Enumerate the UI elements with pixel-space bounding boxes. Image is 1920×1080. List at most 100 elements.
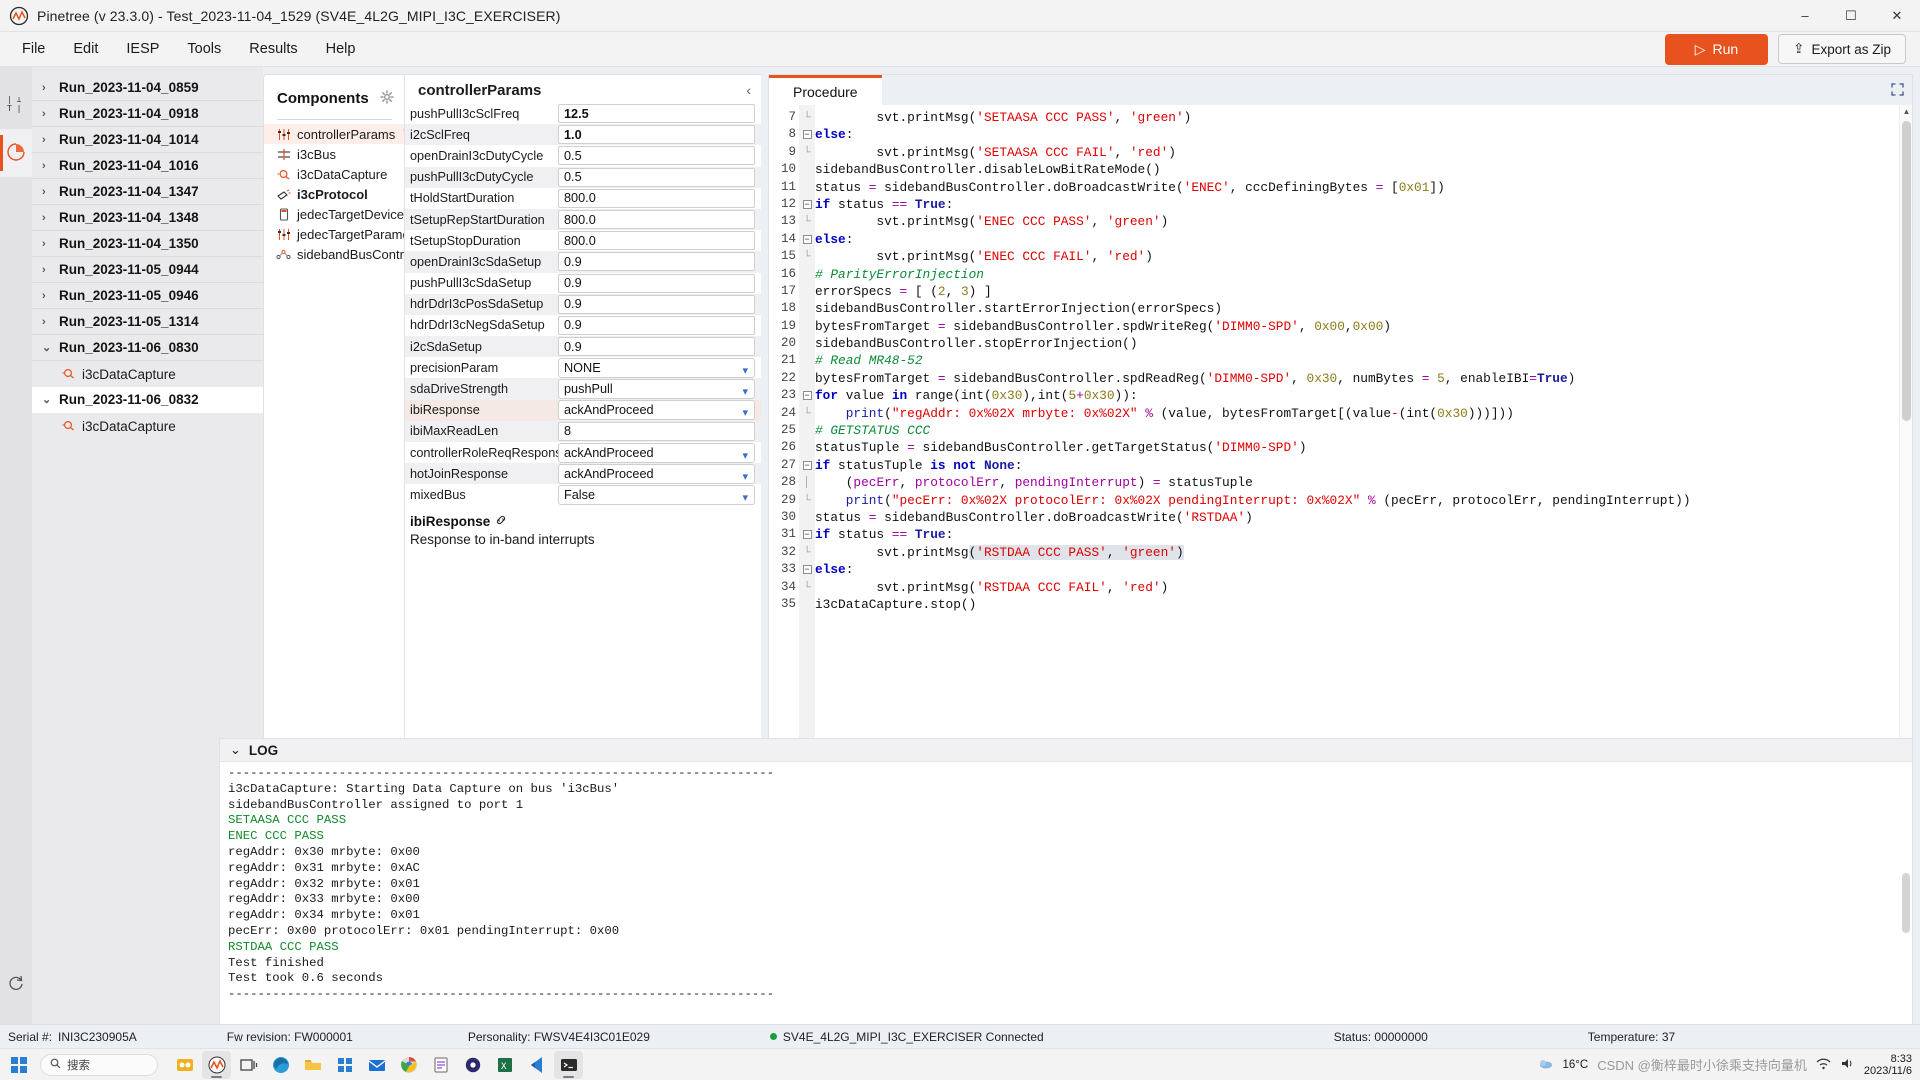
parameter-input[interactable] (558, 231, 755, 251)
run-tree-item[interactable]: › Run_2023-11-04_1347 (32, 179, 263, 205)
run-tree-child-item[interactable]: i3cDataCapture (32, 413, 263, 439)
run-tree-item[interactable]: ⌄ Run_2023-11-06_0830 (32, 335, 263, 361)
menu-edit[interactable]: Edit (59, 36, 112, 62)
expand-icon[interactable] (1891, 83, 1904, 99)
code-line[interactable]: svt.printMsg('RSTDAA CCC PASS', 'green') (815, 544, 1912, 561)
code-line[interactable]: # ParityErrorInjection (815, 266, 1912, 283)
fold-toggle-icon[interactable]: − (799, 196, 815, 213)
run-tree-item[interactable]: › Run_2023-11-05_0944 (32, 257, 263, 283)
mail-icon[interactable] (362, 1051, 391, 1079)
log-header[interactable]: ⌄ LOG (220, 739, 1912, 762)
terminal-icon[interactable] (554, 1050, 583, 1079)
code-line[interactable]: svt.printMsg('SETAASA CCC PASS', 'green'… (815, 109, 1912, 126)
run-tree-item[interactable]: › Run_2023-11-04_1014 (32, 127, 263, 153)
component-item[interactable]: i3cBus (264, 144, 404, 164)
menu-help[interactable]: Help (312, 36, 370, 62)
component-item[interactable]: i3cDataCapture (264, 164, 404, 184)
parameter-input[interactable] (558, 104, 755, 124)
code-line[interactable]: else: (815, 126, 1912, 143)
chrome-icon[interactable] (394, 1051, 423, 1079)
store-icon[interactable] (330, 1051, 359, 1079)
chevron-right-icon[interactable]: › (42, 212, 52, 224)
code-line[interactable]: # GETSTATUS CCC (815, 422, 1912, 439)
code-line[interactable]: else: (815, 561, 1912, 578)
code-line[interactable]: if statusTuple is not None: (815, 457, 1912, 474)
parameter-input[interactable] (558, 337, 755, 357)
code-line[interactable]: svt.printMsg('RSTDAA CCC FAIL', 'red') (815, 579, 1912, 596)
fold-toggle-icon[interactable]: − (799, 561, 815, 578)
chevron-down-icon[interactable]: ⌄ (42, 393, 52, 406)
code-line[interactable]: sidebandBusController.disableLowBitRateM… (815, 161, 1912, 178)
volume-icon[interactable] (1840, 1057, 1855, 1073)
parameter-input[interactable] (558, 294, 755, 314)
parameter-input[interactable] (558, 273, 755, 293)
chevron-right-icon[interactable]: › (42, 316, 52, 328)
edge-icon[interactable] (266, 1051, 295, 1079)
notes-icon[interactable] (426, 1051, 455, 1079)
parameter-input[interactable] (558, 252, 755, 272)
run-tree-item[interactable]: ⌄ Run_2023-11-06_0832 (32, 387, 263, 413)
component-item[interactable]: jedecTargetParameters (264, 224, 431, 244)
chevron-down-icon[interactable]: ⌄ (42, 341, 52, 354)
chevron-right-icon[interactable]: › (42, 160, 52, 172)
code-line[interactable]: if status == True: (815, 526, 1912, 543)
weather-temperature[interactable]: 16°C (1563, 1059, 1589, 1071)
parameter-input[interactable] (558, 125, 755, 145)
chevron-right-icon[interactable]: › (42, 186, 52, 198)
code-line[interactable]: print("pecErr: 0x%02X protocolErr: 0x%02… (815, 492, 1912, 509)
parameter-input[interactable] (558, 315, 755, 335)
fold-toggle-icon[interactable]: − (799, 231, 815, 248)
run-tree-item[interactable]: › Run_2023-11-04_0859 (32, 75, 263, 101)
rail-item-results[interactable] (0, 129, 32, 177)
code-line[interactable]: sidebandBusController.startErrorInjectio… (815, 300, 1912, 317)
teams-icon[interactable] (170, 1051, 199, 1079)
code-line[interactable]: svt.printMsg('ENEC CCC PASS', 'green') (815, 213, 1912, 230)
chevron-down-icon[interactable]: ⌄ (230, 742, 241, 758)
taskbar-clock[interactable]: 8:33 2023/11/6 (1864, 1053, 1912, 1077)
pinetree-taskbar-icon[interactable] (202, 1050, 231, 1079)
run-tree-item[interactable]: › Run_2023-11-04_1016 (32, 153, 263, 179)
code-line[interactable]: i3cDataCapture.stop() (815, 596, 1912, 613)
parameter-input[interactable] (558, 421, 755, 441)
log-scrollbar-thumb[interactable] (1902, 873, 1910, 933)
parameter-select[interactable]: NONE (558, 357, 755, 378)
run-tree-item[interactable]: › Run_2023-11-04_1348 (32, 205, 263, 231)
settings-icon[interactable] (458, 1051, 487, 1079)
weather-icon[interactable] (1538, 1055, 1554, 1074)
parameter-input[interactable] (558, 188, 755, 208)
run-button[interactable]: ▷ Run (1664, 33, 1769, 65)
run-tree-item[interactable]: › Run_2023-11-05_1314 (32, 309, 263, 335)
code-line[interactable]: status = sidebandBusController.doBroadca… (815, 509, 1912, 526)
network-icon[interactable] (1816, 1057, 1831, 1073)
fold-toggle-icon[interactable]: − (799, 387, 815, 404)
menu-results[interactable]: Results (235, 36, 311, 62)
code-line[interactable]: statusTuple = sidebandBusController.getT… (815, 439, 1912, 456)
code-line[interactable]: print("regAddr: 0x%02X mrbyte: 0x%02X" %… (815, 405, 1912, 422)
chevron-right-icon[interactable]: › (42, 108, 52, 120)
fold-toggle-icon[interactable]: − (799, 526, 815, 543)
rail-item-refresh[interactable] (0, 960, 32, 1008)
gear-icon[interactable] (380, 89, 394, 107)
taskbar-search-box[interactable]: 搜索 (40, 1053, 158, 1076)
run-tree-child-item[interactable]: i3cDataCapture (32, 361, 263, 387)
chevron-right-icon[interactable]: › (42, 134, 52, 146)
chevron-left-icon[interactable]: ‹ (746, 82, 751, 98)
parameter-select[interactable]: ackAndProceed (558, 463, 755, 484)
start-button[interactable] (0, 1056, 38, 1074)
code-line[interactable]: errorSpecs = [ (2, 3) ] (815, 283, 1912, 300)
component-item[interactable]: controllerParams🗑 (264, 124, 417, 144)
component-item[interactable]: sidebandBusController (264, 244, 429, 264)
link-icon[interactable] (495, 514, 507, 529)
chevron-right-icon[interactable]: › (42, 82, 52, 94)
close-button[interactable]: ✕ (1874, 0, 1920, 32)
parameter-input[interactable] (558, 146, 755, 166)
code-line[interactable]: for value in range(int(0x30),int(5+0x30)… (815, 387, 1912, 404)
vscode-icon[interactable] (522, 1051, 551, 1079)
code-line[interactable]: (pecErr, protocolErr, pendingInterrupt) … (815, 474, 1912, 491)
excel-icon[interactable]: X (490, 1051, 519, 1079)
code-line[interactable]: bytesFromTarget = sidebandBusController.… (815, 370, 1912, 387)
run-tree-item[interactable]: › Run_2023-11-04_0918 (32, 101, 263, 127)
parameter-input[interactable] (558, 167, 755, 187)
taskview-icon[interactable] (234, 1051, 263, 1079)
maximize-button[interactable]: ☐ (1828, 0, 1874, 32)
